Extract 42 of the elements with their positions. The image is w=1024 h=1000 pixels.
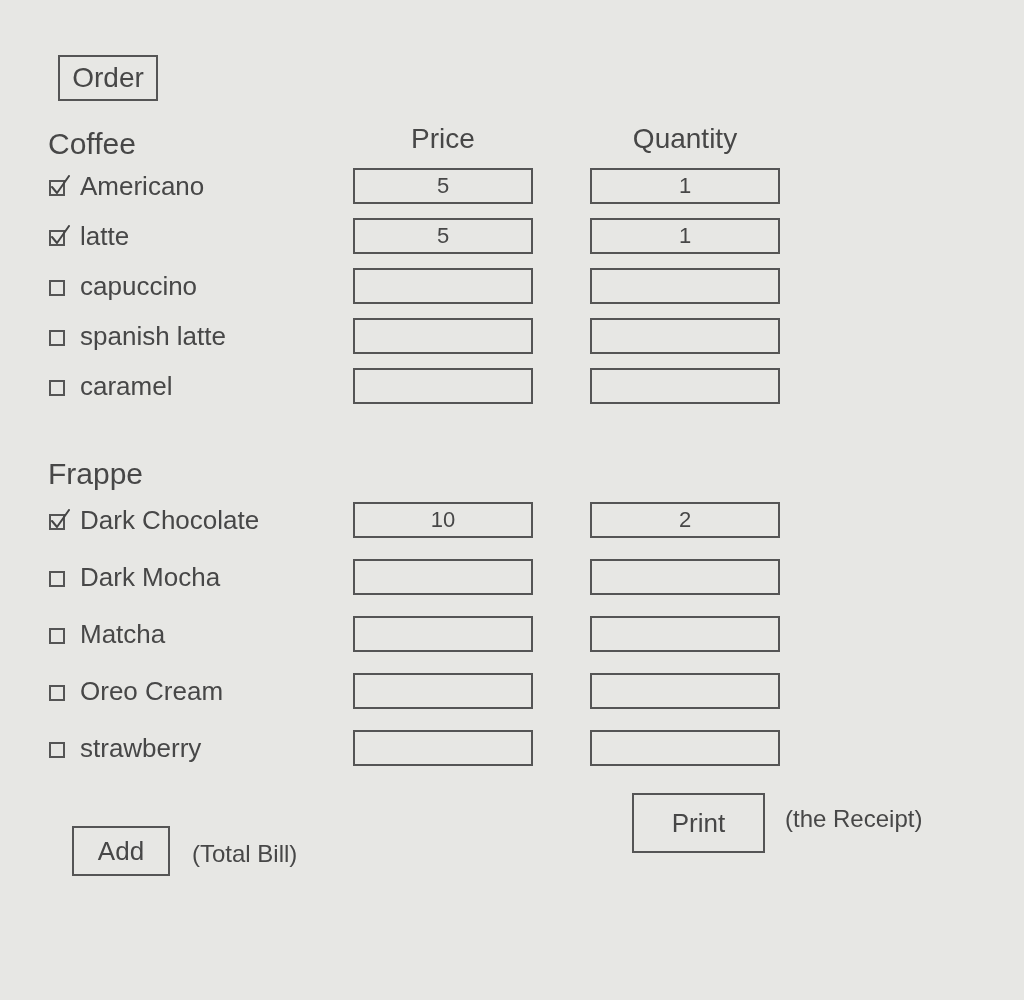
item-label: strawberry: [80, 734, 202, 761]
print-button[interactable]: Print: [632, 793, 765, 853]
item-label: Dark Mocha: [80, 563, 221, 590]
price-field[interactable]: [353, 368, 533, 404]
price-field[interactable]: [353, 615, 533, 652]
button-note: (the Receipt): [785, 807, 923, 831]
price-field[interactable]: [353, 318, 533, 354]
quantity-field[interactable]: [590, 672, 780, 709]
checkbox[interactable]: [48, 175, 70, 197]
item-label: capuccino: [80, 273, 198, 299]
price-field[interactable]: 5: [353, 168, 533, 204]
item-label: caramel: [80, 373, 173, 399]
quantity-field[interactable]: [590, 615, 780, 652]
item-label: Oreo Cream: [80, 677, 224, 704]
order-button[interactable]: Order: [58, 55, 158, 101]
column-header: Quantity: [632, 125, 738, 153]
quantity-field[interactable]: [590, 558, 780, 595]
price-field[interactable]: [353, 672, 533, 709]
section-heading: Coffee: [48, 129, 137, 161]
checkbox[interactable]: [48, 508, 70, 531]
price-field[interactable]: [353, 729, 533, 766]
button-note: (Total Bill): [192, 842, 298, 866]
quantity-field[interactable]: [590, 729, 780, 766]
section-heading: Frappe: [48, 459, 145, 491]
item-label: Matcha: [80, 620, 166, 647]
checkbox[interactable]: [48, 225, 70, 247]
column-header: Price: [411, 125, 475, 153]
quantity-field[interactable]: [590, 368, 780, 404]
quantity-field[interactable]: 1: [590, 218, 780, 254]
quantity-field[interactable]: 2: [590, 501, 780, 538]
price-field[interactable]: [353, 268, 533, 304]
item-label: spanish latte: [80, 323, 226, 349]
quantity-field[interactable]: 1: [590, 168, 780, 204]
quantity-field[interactable]: [590, 318, 780, 354]
item-label: Americano: [80, 173, 205, 199]
quantity-field[interactable]: [590, 268, 780, 304]
price-field[interactable]: [353, 558, 533, 595]
item-label: Dark Chocolate: [80, 506, 260, 533]
add-button[interactable]: Add: [72, 826, 170, 876]
price-field[interactable]: 5: [353, 218, 533, 254]
price-field[interactable]: 10: [353, 501, 533, 538]
item-label: latte: [80, 223, 130, 249]
